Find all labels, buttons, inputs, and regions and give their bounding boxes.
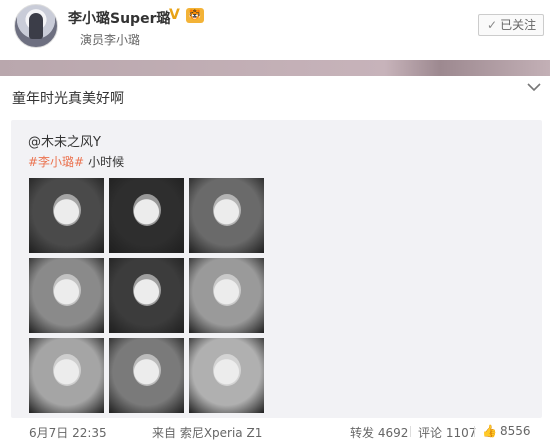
repost-body: 小时候 bbox=[88, 155, 125, 169]
photo-thumbnail[interactable] bbox=[189, 338, 264, 413]
timestamp[interactable]: 6月7日 22:35 bbox=[29, 424, 107, 441]
photo-thumbnail[interactable] bbox=[109, 258, 184, 333]
photo-thumbnail[interactable] bbox=[109, 178, 184, 253]
followed-button[interactable]: ✓ 已关注 bbox=[478, 14, 544, 36]
verified-badge-icon: V bbox=[169, 7, 180, 23]
banner-strip bbox=[0, 60, 550, 76]
repost-button[interactable]: 转发 4692 bbox=[350, 424, 408, 441]
photo-thumbnail[interactable] bbox=[29, 178, 104, 253]
repost-text: #李小璐# 小时候 bbox=[28, 153, 124, 170]
chevron-down-icon[interactable] bbox=[527, 80, 541, 96]
comment-button[interactable]: 评论 1107 bbox=[418, 424, 476, 441]
like-button[interactable]: 👍 8556 bbox=[482, 424, 531, 438]
post-header: 李小璐Super璐 V 🐯 演员李小璐 ✓ 已关注 bbox=[0, 0, 550, 60]
hashtag-link[interactable]: #李小璐# bbox=[28, 155, 84, 169]
like-count: 8556 bbox=[499, 424, 531, 438]
username-link[interactable]: 李小璐Super璐 bbox=[68, 8, 170, 28]
thumbs-up-icon: 👍 bbox=[482, 424, 497, 438]
repost-author-link[interactable]: @木未之风Y bbox=[28, 131, 101, 150]
photo-thumbnail[interactable] bbox=[189, 258, 264, 333]
divider bbox=[474, 426, 475, 437]
photo-thumbnail[interactable] bbox=[29, 338, 104, 413]
repost-card: @木未之风Y #李小璐# 小时候 bbox=[11, 120, 542, 418]
photo-thumbnail[interactable] bbox=[189, 178, 264, 253]
source-link[interactable]: 来自 索尼Xperia Z1 bbox=[152, 424, 262, 441]
check-icon: ✓ bbox=[487, 18, 498, 32]
divider bbox=[410, 426, 411, 437]
photo-thumbnail[interactable] bbox=[29, 258, 104, 333]
followed-label: 已关注 bbox=[500, 18, 537, 32]
photo-thumbnail[interactable] bbox=[109, 338, 184, 413]
user-description: 演员李小璐 bbox=[80, 33, 141, 47]
post-text: 童年时光真美好啊 bbox=[12, 91, 124, 107]
vip-badge-icon: 🐯 bbox=[186, 8, 204, 23]
avatar[interactable] bbox=[14, 4, 58, 48]
post-footer: 6月7日 22:35 来自 索尼Xperia Z1 转发 4692 评论 110… bbox=[0, 418, 550, 447]
